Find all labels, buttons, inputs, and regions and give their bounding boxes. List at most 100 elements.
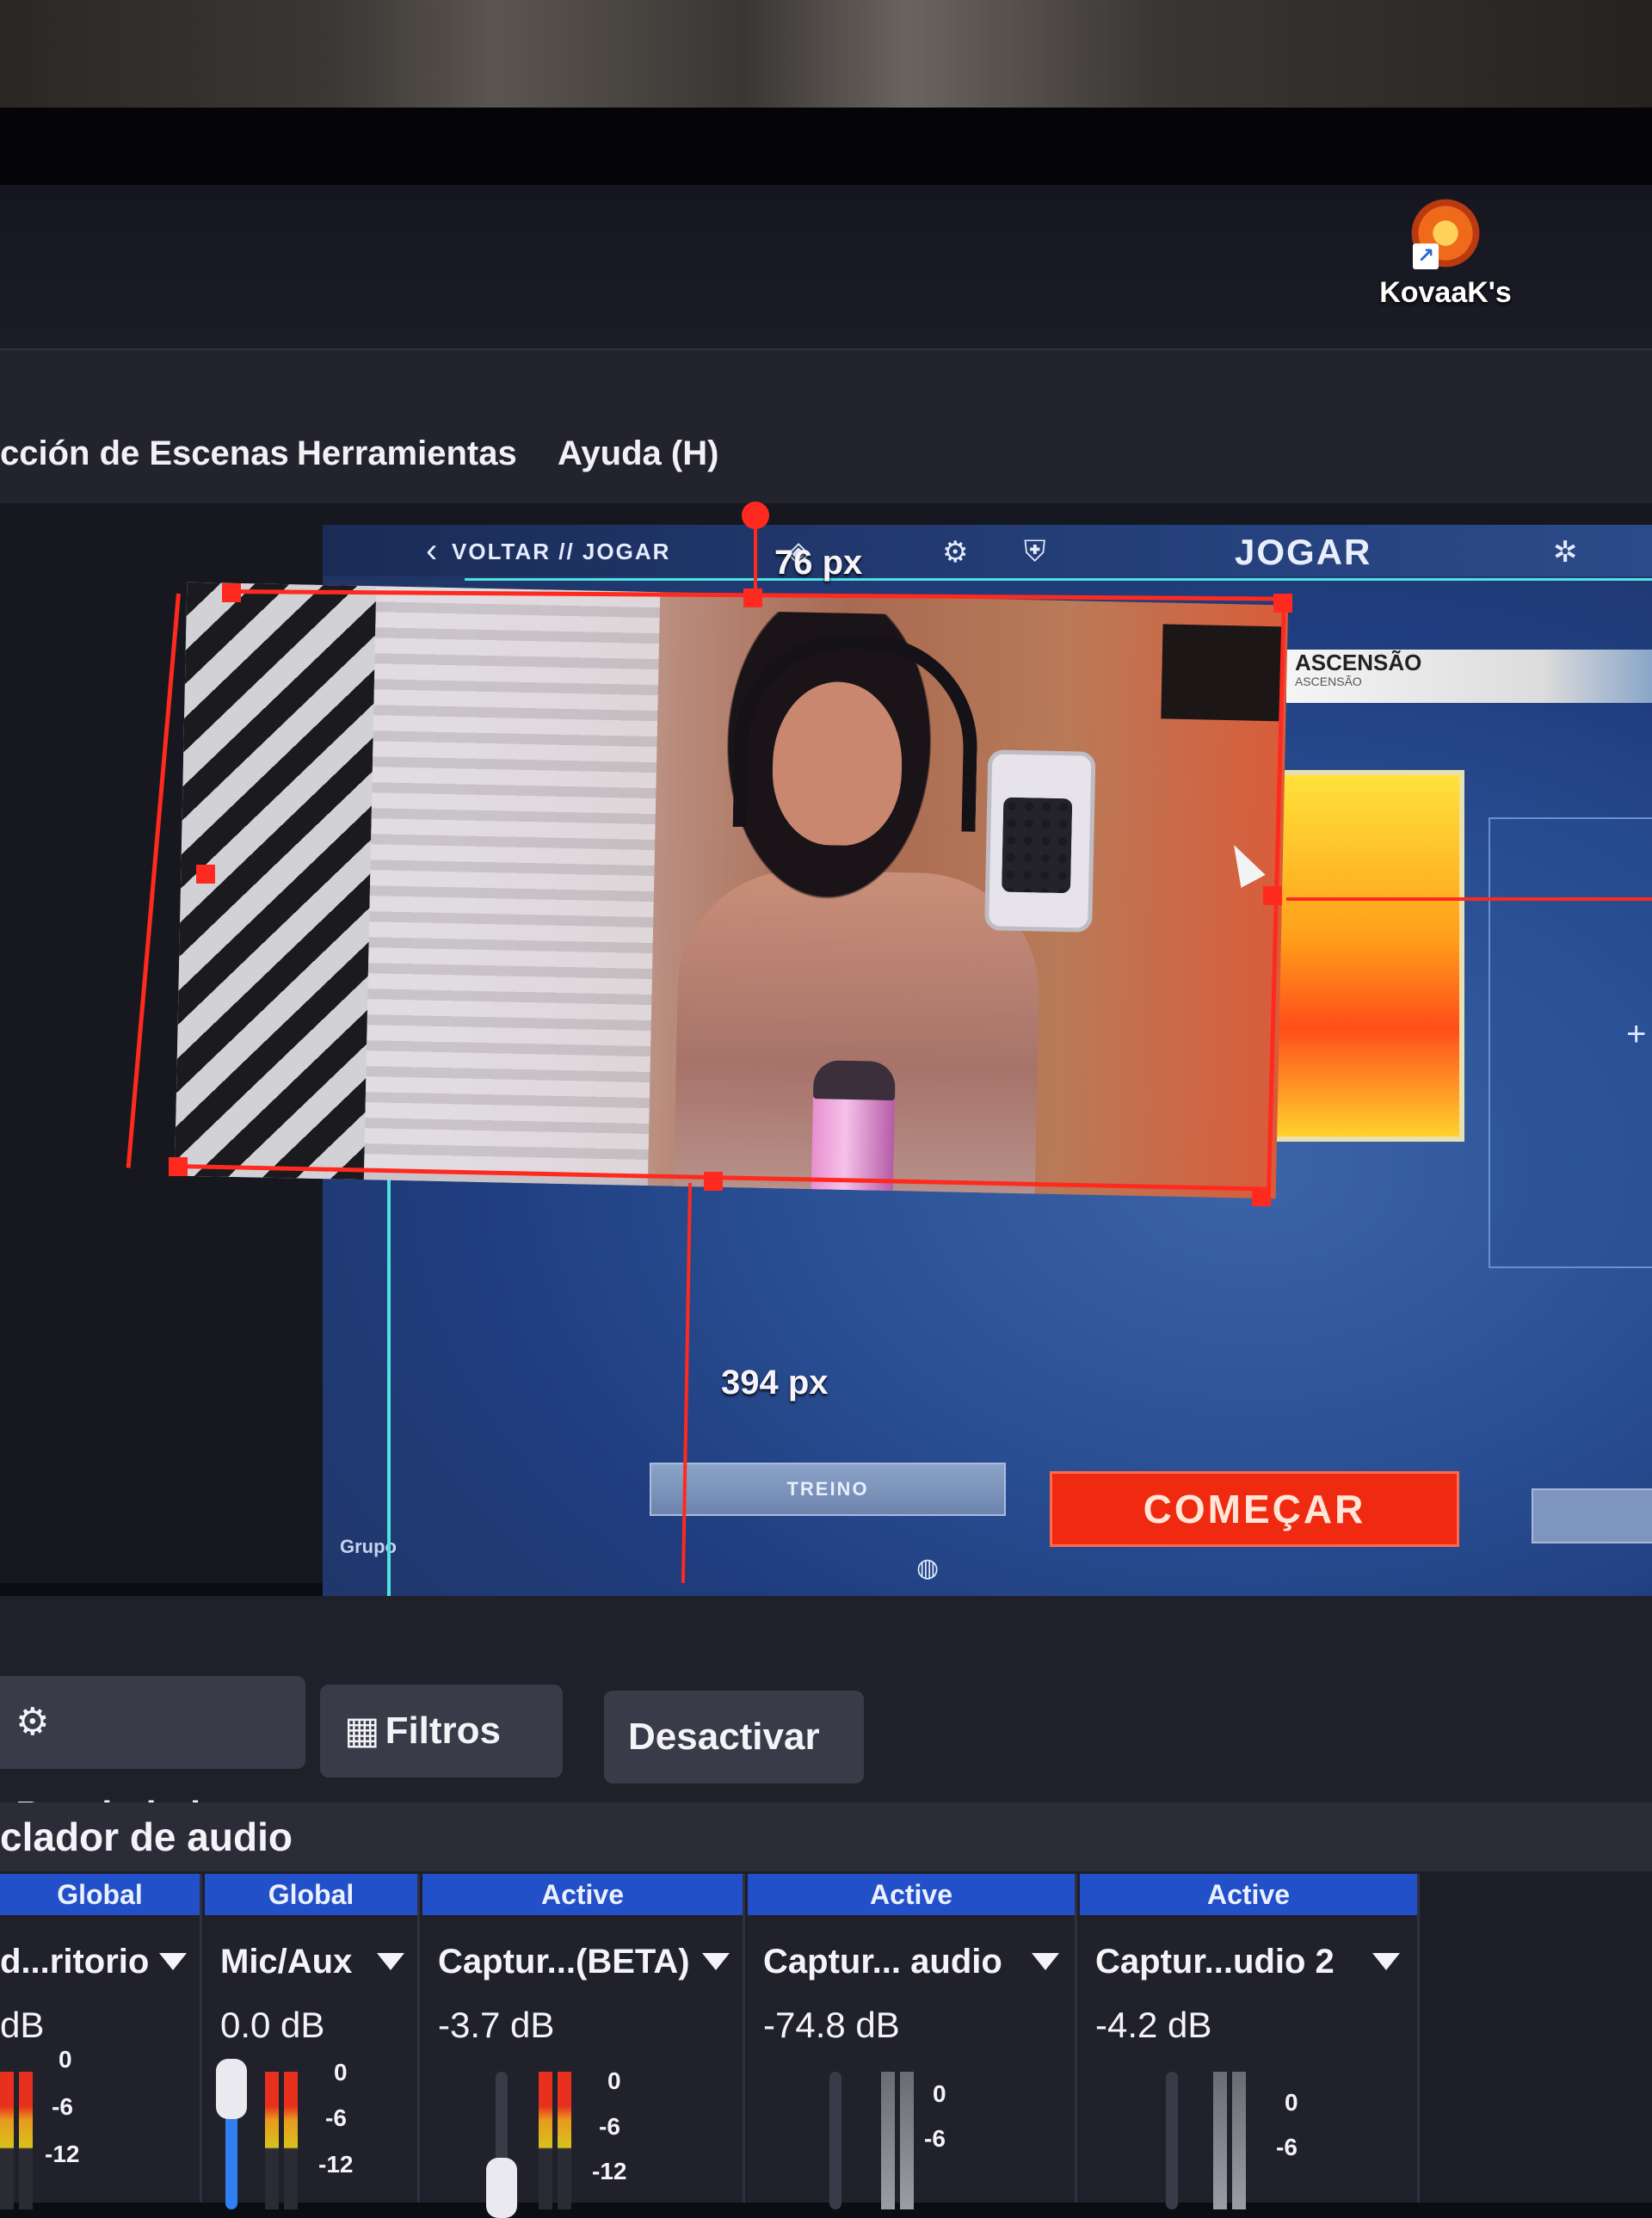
- distance-label-top: 76 px: [774, 544, 863, 582]
- channel-status: Active: [422, 1874, 743, 1915]
- channel-volume: -3.7 dB: [438, 2005, 555, 2045]
- rank-banner: ASCENSÃO ASCENSÃO: [1286, 650, 1652, 703]
- guide-line-horizontal-teal: [465, 578, 1652, 581]
- mixer-channel-capture-beta[interactable]: Active Captur...(BETA) -3.7 dB 0 -6 -12: [422, 1874, 745, 2218]
- resize-handle-top-right[interactable]: [1273, 594, 1292, 613]
- properties-button[interactable]: ⚙Propiedades: [0, 1676, 305, 1836]
- channel-name: d...ritorio: [0, 1943, 150, 1981]
- volume-meter: [284, 2072, 298, 2209]
- volume-meter: [265, 2072, 279, 2209]
- desktop-shortcut-label: KovaaK's: [1379, 276, 1512, 309]
- channel-name: Mic/Aux: [220, 1943, 353, 1981]
- rank-banner-sub: ASCENSÃO: [1295, 675, 1362, 688]
- resize-handle-bottom-right[interactable]: [1252, 1187, 1271, 1206]
- plus-icon: +: [1626, 1015, 1647, 1053]
- resize-handle-bottom-left[interactable]: [169, 1157, 188, 1176]
- game-bottom-icon: ◍: [916, 1554, 940, 1582]
- channel-volume: 0.0 dB: [220, 2005, 325, 2045]
- rank-card-image: [1256, 770, 1464, 1142]
- distance-label-bottom: 394 px: [721, 1364, 829, 1402]
- game-tab-icon-3: ⛨: [1024, 535, 1046, 568]
- filters-button[interactable]: ▦ Filtros: [320, 1685, 563, 1777]
- audio-mixer-title: clador de audio: [0, 1814, 293, 1859]
- volume-fader[interactable]: [829, 2072, 841, 2209]
- meter-tick: 0: [59, 2046, 72, 2073]
- meter-tick: -12: [45, 2141, 80, 2167]
- kovaaks-target-icon: ↗: [1406, 194, 1485, 273]
- game-settings-icon: ✲: [1553, 536, 1578, 569]
- channel-volume: -74.8 dB: [763, 2005, 900, 2045]
- webcam-dark-object: [1161, 624, 1284, 722]
- meter-tick: -12: [318, 2151, 354, 2178]
- meter-tick: 0: [933, 2080, 946, 2107]
- chevron-down-icon[interactable]: [159, 1953, 187, 1970]
- game-title: JOGAR: [1235, 532, 1372, 572]
- channel-volume: -4.2 dB: [1095, 2005, 1212, 2045]
- chevron-down-icon[interactable]: [1032, 1953, 1059, 1970]
- chevron-down-icon[interactable]: [377, 1953, 404, 1970]
- monitor-bezel: [0, 108, 1652, 185]
- resize-handle-bottom-center[interactable]: [704, 1172, 723, 1191]
- volume-meter: [19, 2072, 33, 2209]
- channel-status: Global: [0, 1874, 200, 1915]
- meter-tick: 0: [334, 2059, 348, 2086]
- room-background: [0, 0, 1652, 108]
- deactivate-button[interactable]: Desactivar: [604, 1691, 864, 1784]
- comecar-button: COMEÇAR: [1050, 1471, 1459, 1547]
- resize-handle-middle-left[interactable]: [196, 865, 215, 884]
- menu-help[interactable]: Ayuda (H): [558, 434, 718, 473]
- mixer-channel-capture-audio-2[interactable]: Active Captur...udio 2 -4.2 dB 0 -6: [1080, 1874, 1420, 2209]
- distance-guide-top: [754, 516, 757, 589]
- channel-volume: dB: [0, 2005, 45, 2045]
- menu-scene-collection[interactable]: cción de Escenas: [0, 434, 289, 473]
- channel-name: Captur... audio: [763, 1943, 1002, 1981]
- volume-fader[interactable]: [1166, 2072, 1178, 2209]
- volume-meter: [558, 2072, 571, 2209]
- back-arrow-icon: ‹: [426, 532, 438, 570]
- distance-guide-right: [1286, 897, 1652, 901]
- channel-status: Active: [748, 1874, 1075, 1915]
- phone-icon: [984, 749, 1096, 933]
- meter-tick: 0: [1285, 2089, 1298, 2116]
- filters-label: Filtros: [385, 1710, 502, 1752]
- gear-icon: ⚙: [15, 1701, 50, 1743]
- meter-tick: -6: [924, 2125, 946, 2152]
- meter-tick: -6: [1276, 2134, 1298, 2160]
- meter-tick: -6: [599, 2113, 620, 2140]
- resize-handle-middle-right[interactable]: [1263, 886, 1282, 905]
- obs-menubar: [0, 348, 1652, 505]
- mixer-channel-desktop[interactable]: Global d...ritorio dB 0 -6 -12: [0, 1874, 202, 2209]
- mixer-channel-capture-audio[interactable]: Active Captur... audio -74.8 dB 0 -6: [748, 1874, 1077, 2209]
- volume-meter: [900, 2072, 914, 2209]
- channel-name: Captur...udio 2: [1095, 1943, 1335, 1981]
- volume-meter: [1232, 2072, 1246, 2209]
- desktop-shortcut-kovaaks[interactable]: ↗ KovaaK's: [1372, 194, 1519, 310]
- mixer-channel-mic-aux[interactable]: Global Mic/Aux 0.0 dB 0 -6 -12: [205, 1874, 420, 2209]
- menu-tools[interactable]: Herramientas: [297, 434, 517, 473]
- rank-banner-title: ASCENSÃO: [1295, 650, 1422, 675]
- resize-handle-top-center[interactable]: [743, 588, 762, 607]
- volume-fader-knob[interactable]: [216, 2059, 247, 2119]
- resize-handle-top-left[interactable]: [222, 583, 241, 602]
- game-back-label: VOLTAR // JOGAR: [452, 539, 671, 564]
- volume-meter: [881, 2072, 895, 2209]
- channel-status: Global: [205, 1874, 417, 1915]
- shortcut-arrow-icon: ↗: [1413, 243, 1439, 269]
- chevron-down-icon[interactable]: [1372, 1953, 1400, 1970]
- chevron-down-icon[interactable]: [702, 1953, 730, 1970]
- webcam-source[interactable]: [174, 582, 1289, 1199]
- filter-icon: ▦: [344, 1710, 380, 1752]
- channel-status: Active: [1080, 1874, 1417, 1915]
- webcam-window-blinds: [363, 586, 661, 1186]
- game-tab-icon-2: ⚙: [942, 536, 969, 569]
- channel-name: Captur...(BETA): [438, 1943, 690, 1981]
- volume-fader-knob[interactable]: [486, 2158, 517, 2218]
- volume-meter: [539, 2072, 552, 2209]
- treino-button: TREINO: [650, 1463, 1006, 1516]
- meter-tick: 0: [607, 2067, 621, 2094]
- meter-tick: -6: [325, 2104, 347, 2131]
- volume-meter: [1213, 2072, 1227, 2209]
- volume-meter: [0, 2072, 14, 2209]
- game-side-button: [1532, 1488, 1652, 1543]
- meter-tick: -12: [592, 2158, 627, 2184]
